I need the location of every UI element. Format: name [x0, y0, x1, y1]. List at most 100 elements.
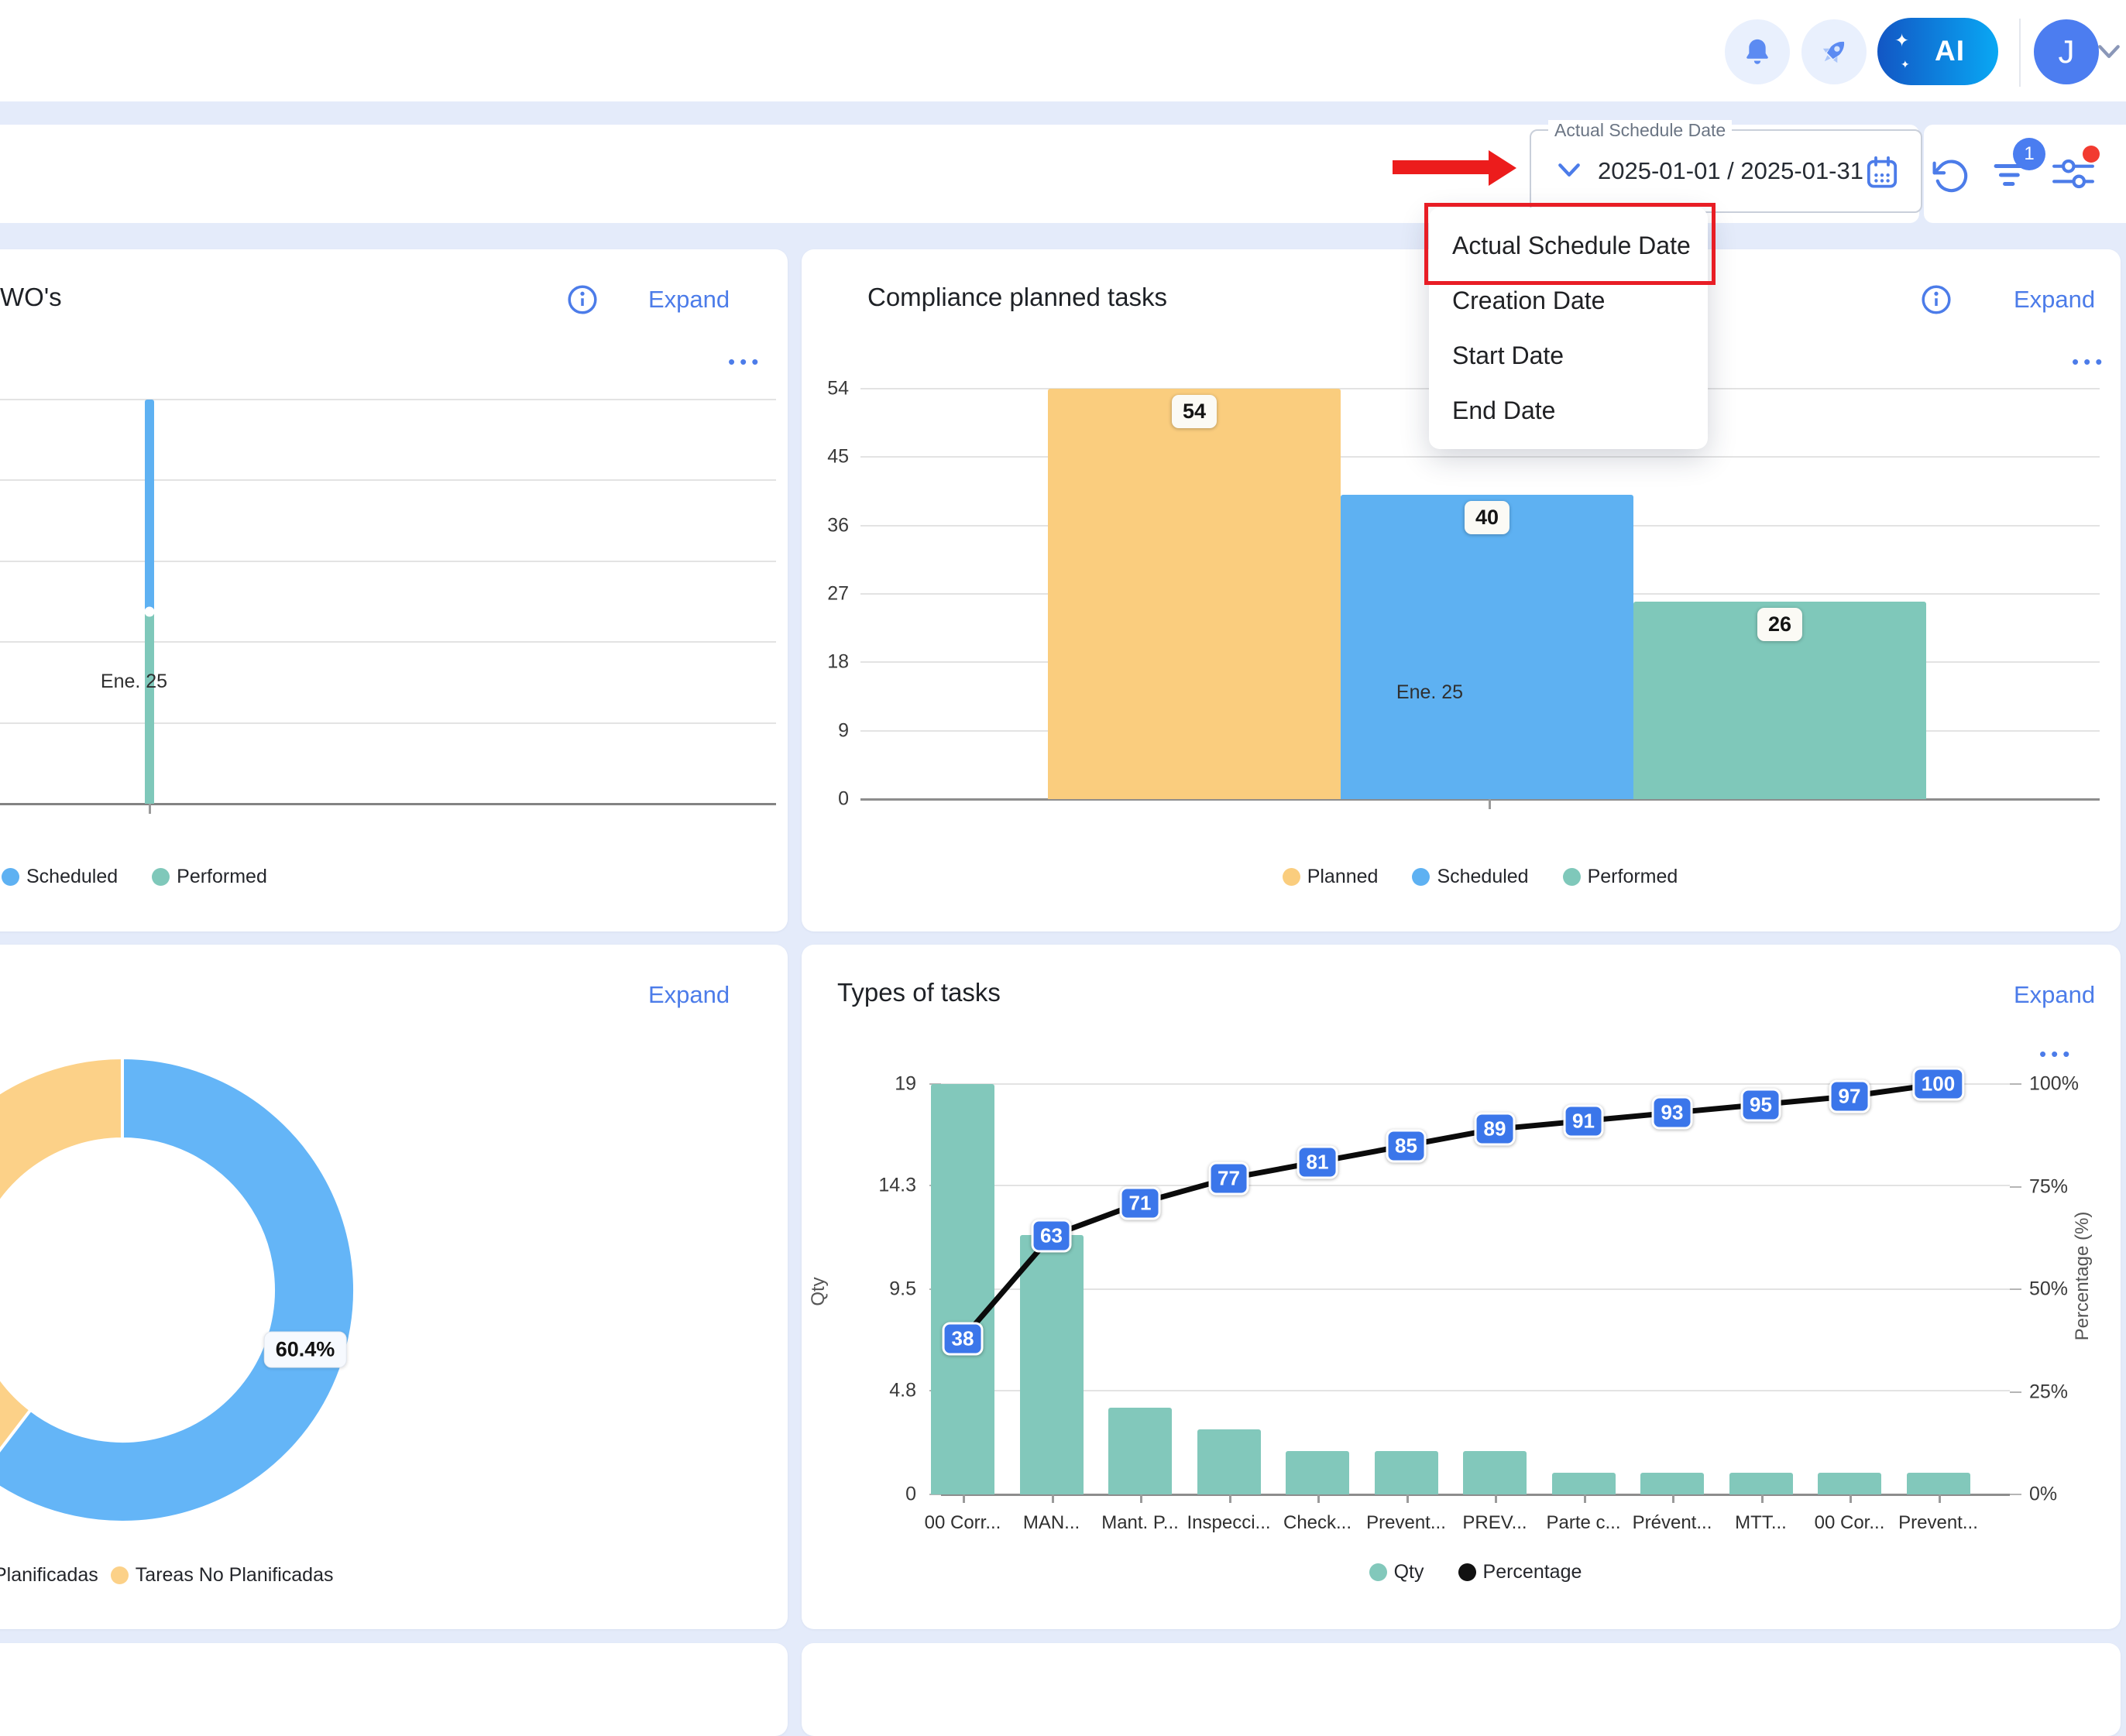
bar-performed[interactable] — [145, 612, 154, 804]
line-point-label[interactable]: 38 — [943, 1322, 984, 1355]
pareto-chart: 00 Corr...MAN...Mant. P...Inspecci...Che… — [941, 1084, 2010, 1494]
legend-item[interactable]: Performed — [1563, 866, 1678, 888]
legend-dot — [2, 868, 19, 886]
x-axis-tick-label: 00 Cor... — [1815, 1512, 1885, 1534]
grid-line — [0, 722, 776, 724]
reset-filters-button[interactable] — [1931, 156, 1970, 199]
line-point-label[interactable]: 77 — [1208, 1161, 1249, 1195]
card-title: WO's — [0, 283, 62, 312]
legend-item[interactable]: Scheduled — [2, 866, 118, 888]
line-point-label[interactable]: 71 — [1120, 1186, 1161, 1220]
x-axis-tick-label: Parte c... — [1546, 1512, 1620, 1534]
menu-item-end-date[interactable]: End Date — [1429, 383, 1708, 438]
more-options-icon[interactable]: ••• — [728, 350, 763, 374]
notification-dot — [2083, 146, 2100, 163]
calendar-icon[interactable] — [1863, 154, 1901, 191]
date-range-field[interactable]: Actual Schedule Date 2025-01-01 / 2025-0… — [1530, 129, 1922, 213]
sparkle-icon: ✦ — [1894, 30, 1909, 51]
y-axis-tick-label: 19 — [833, 1073, 916, 1096]
line-point-label[interactable]: 89 — [1475, 1113, 1516, 1146]
legend-item[interactable]: Qty — [1369, 1561, 1424, 1583]
axis-tick — [2010, 1186, 2021, 1188]
axis-tick — [2010, 1083, 2021, 1085]
more-options-icon[interactable]: ••• — [2039, 1042, 2074, 1066]
line-point-label[interactable]: 95 — [1740, 1088, 1781, 1121]
legend-item[interactable]: Scheduled — [1412, 866, 1528, 888]
line-point-label[interactable]: 100 — [1912, 1068, 1964, 1101]
grid-line — [0, 479, 776, 481]
filter-badge: 1 — [2013, 138, 2045, 170]
whats-new-button[interactable] — [1801, 19, 1867, 84]
ai-assistant-button[interactable]: ✦ ✦ AI — [1877, 18, 1998, 85]
notifications-button[interactable] — [1725, 19, 1790, 84]
x-axis-tick-label: Prevent... — [1366, 1512, 1446, 1534]
legend-item[interactable]: Tareas No Planificadas — [111, 1564, 334, 1587]
expand-button[interactable]: Expand — [2014, 981, 2095, 1009]
chart-settings-button[interactable] — [2052, 158, 2095, 193]
data-point-marker — [145, 607, 155, 617]
more-options-icon[interactable]: ••• — [2072, 350, 2107, 374]
y-axis-tick-label: 45 — [802, 446, 849, 468]
line-point-label[interactable]: 97 — [1829, 1079, 1870, 1113]
line-point-label[interactable]: 81 — [1297, 1145, 1338, 1178]
secondary-y-axis-tick-label: 0% — [2029, 1484, 2114, 1506]
x-axis-tick-label: Inspecci... — [1187, 1512, 1270, 1534]
legend-item[interactable]: Tareas Planificadas — [0, 1564, 98, 1587]
legend-item[interactable]: Performed — [152, 866, 267, 888]
legend-label: Tareas Planificadas — [0, 1564, 98, 1587]
bar-scheduled[interactable] — [1341, 495, 1633, 799]
legend-item[interactable]: Planned — [1283, 866, 1379, 888]
x-axis-line — [0, 803, 776, 805]
x-axis-tick — [1317, 1494, 1320, 1503]
axis-tick — [2010, 1288, 2021, 1290]
grid-line — [0, 561, 776, 562]
line-point-label[interactable]: 63 — [1031, 1220, 1072, 1253]
chevron-down-icon[interactable] — [1558, 162, 1581, 179]
secondary-y-axis-tick-label: 75% — [2029, 1175, 2114, 1198]
info-icon[interactable] — [1920, 283, 1953, 316]
grid-line — [0, 641, 776, 643]
info-icon[interactable] — [566, 283, 599, 316]
card-planned-vs-unplanned: Expand 60.4% Tareas Planificadas Tareas N… — [0, 945, 788, 1629]
divider — [2019, 19, 2021, 87]
line-point-label[interactable]: 85 — [1386, 1129, 1427, 1162]
ai-button-label: AI — [1935, 35, 1965, 67]
bar-scheduled[interactable] — [145, 400, 154, 612]
axis-tick — [2010, 1494, 2021, 1495]
y-axis: 091827364554 — [802, 389, 849, 799]
x-axis-tick-label: Check... — [1283, 1512, 1352, 1534]
legend-item[interactable]: Percentage — [1458, 1561, 1582, 1583]
x-axis-tick-label: 00 Corr... — [925, 1512, 1001, 1534]
y-axis-tick-label: 9 — [802, 719, 849, 742]
sparkle-icon: ✦ — [1901, 58, 1910, 71]
date-field-label: Actual Schedule Date — [1548, 120, 1732, 141]
cumulative-percentage-line — [941, 1084, 2010, 1494]
date-range-value: 2025-01-01 / 2025-01-31 — [1598, 157, 1846, 185]
x-axis-tick — [963, 1494, 965, 1503]
x-axis-tick — [1052, 1494, 1054, 1503]
expand-button[interactable]: Expand — [648, 286, 730, 314]
menu-item-start-date[interactable]: Start Date — [1429, 328, 1708, 383]
bell-icon — [1741, 36, 1774, 68]
y-axis: 04.89.514.319 — [833, 1084, 916, 1494]
x-axis-tick — [1584, 1494, 1586, 1503]
x-axis-label: Ene. 25 — [1314, 681, 1546, 704]
legend-label: Performed — [177, 866, 267, 888]
line-point-label[interactable]: 91 — [1563, 1104, 1604, 1137]
donut-slice[interactable] — [0, 1058, 122, 1474]
y-axis-tick-label: 0 — [833, 1484, 916, 1506]
chevron-down-icon[interactable] — [2097, 44, 2121, 60]
donut-value-label: 60.4% — [264, 1332, 347, 1368]
expand-button[interactable]: Expand — [2014, 286, 2095, 314]
x-axis-tick — [1229, 1494, 1231, 1503]
line-point-label[interactable]: 93 — [1652, 1096, 1693, 1130]
user-avatar-button[interactable]: J — [2034, 19, 2099, 84]
chart-legend: Qty Percentage — [941, 1561, 2010, 1583]
secondary-y-axis: 0%25%50%75%100% — [2029, 1084, 2114, 1494]
expand-button[interactable]: Expand — [648, 981, 730, 1009]
legend-dot — [1458, 1563, 1476, 1581]
wos-chart — [0, 400, 781, 804]
secondary-y-axis-tick-label: 25% — [2029, 1381, 2114, 1403]
bar-planned[interactable] — [1048, 389, 1341, 799]
y-axis-tick-label: 54 — [802, 378, 849, 400]
